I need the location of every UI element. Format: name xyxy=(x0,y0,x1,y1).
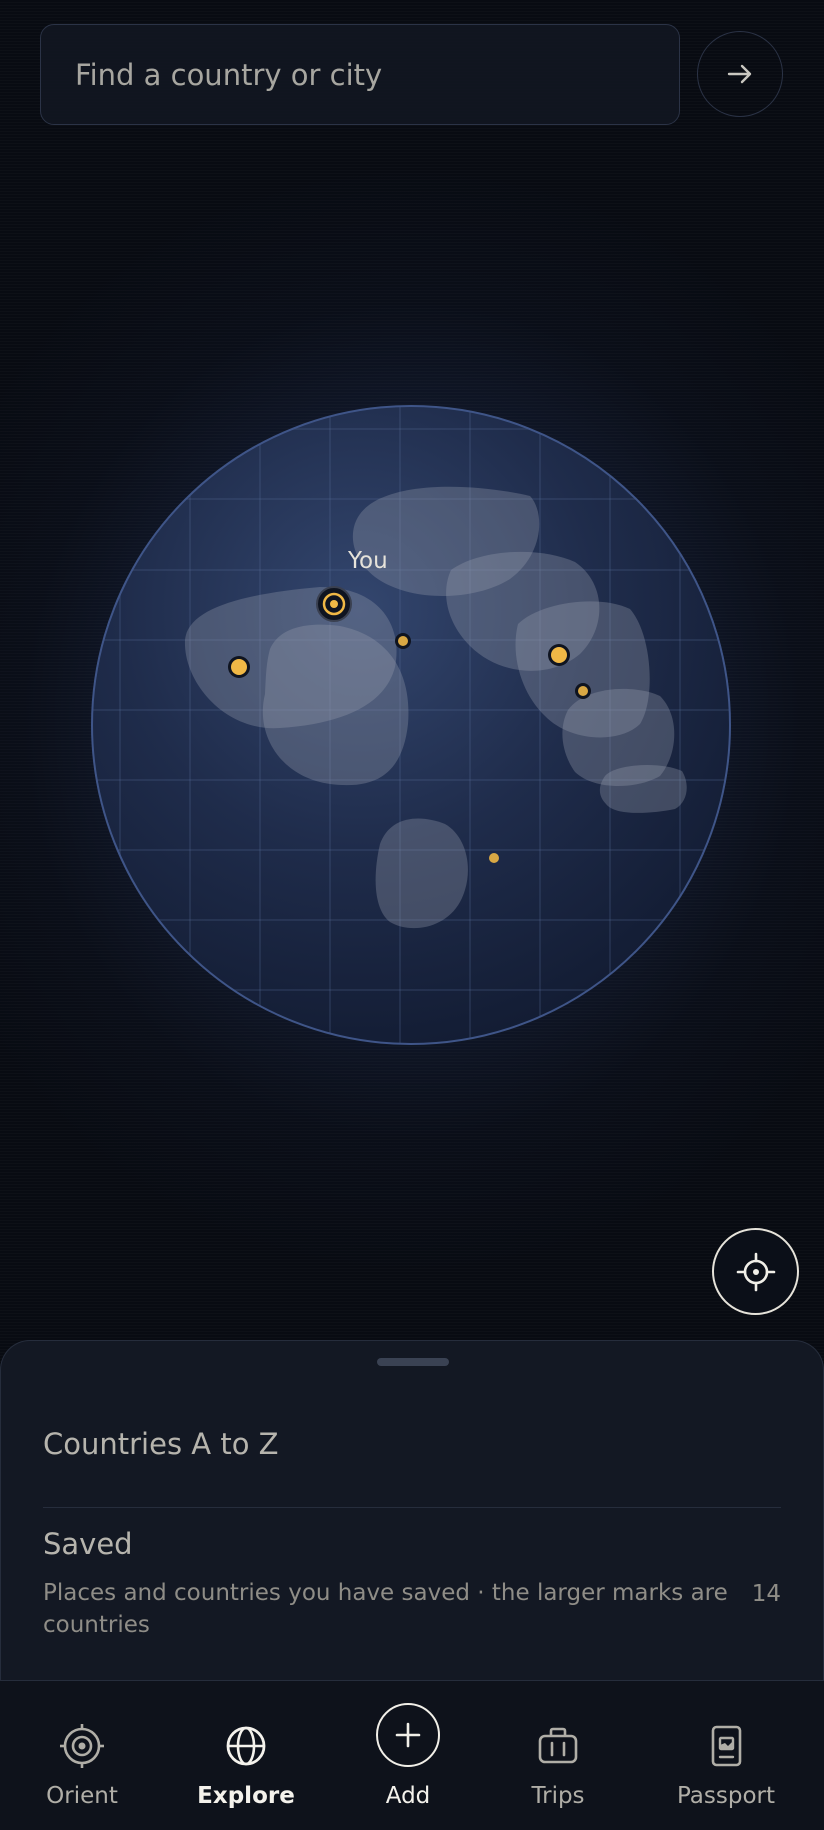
you-marker[interactable] xyxy=(316,586,352,622)
nav-label: Explore xyxy=(197,1783,295,1809)
saved-row[interactable]: Saved Places and countries you have save… xyxy=(43,1527,781,1647)
target-icon xyxy=(60,1724,104,1768)
sheet-drag-handle[interactable] xyxy=(377,1358,449,1366)
nav-label: Add xyxy=(385,1783,431,1809)
app-screen: You Countries A to Z Saved Places and co… xyxy=(0,0,824,1830)
plus-icon xyxy=(395,1722,421,1748)
globe-map[interactable] xyxy=(90,404,732,1046)
add-button-circle xyxy=(376,1703,440,1767)
saved-place-marker[interactable] xyxy=(489,853,499,863)
nav-item-orient[interactable]: Orient xyxy=(32,1681,132,1830)
bottom-sheet: Countries A to Z Saved Places and countr… xyxy=(0,1340,824,1680)
land-mass xyxy=(599,764,687,813)
nav-item-add[interactable]: Add xyxy=(358,1681,458,1830)
arrow-right-icon xyxy=(727,64,752,84)
search-box[interactable] xyxy=(40,24,680,125)
you-label: You xyxy=(348,548,388,574)
nav-item-trips[interactable]: Trips xyxy=(508,1681,608,1830)
crosshair-icon xyxy=(736,1252,775,1291)
nav-label: Orient xyxy=(46,1783,118,1809)
saved-description: Places and countries you have saved · th… xyxy=(43,1580,728,1638)
nav-label: Passport xyxy=(676,1783,776,1809)
nav-item-passport[interactable]: Passport xyxy=(666,1681,786,1830)
nav-item-explore[interactable]: Explore xyxy=(186,1681,306,1830)
countries-a-to-z-link[interactable]: Countries A to Z xyxy=(43,1427,279,1461)
search-input[interactable] xyxy=(75,57,679,92)
saved-country-marker[interactable] xyxy=(228,656,250,678)
saved-place-marker[interactable] xyxy=(575,683,591,699)
nav-label: Trips xyxy=(531,1783,585,1809)
bottom-nav: Orient Explore Add Trips Passport xyxy=(0,1680,824,1830)
suitcase-icon xyxy=(538,1727,578,1764)
divider xyxy=(43,1507,781,1508)
search-go-button[interactable] xyxy=(697,31,783,117)
saved-count: 14 xyxy=(751,1581,781,1607)
passport-icon xyxy=(711,1725,742,1767)
saved-country-marker[interactable] xyxy=(548,644,570,666)
saved-title: Saved xyxy=(43,1527,133,1561)
locate-me-button[interactable] xyxy=(712,1228,799,1315)
globe-icon xyxy=(226,1726,266,1766)
saved-place-marker[interactable] xyxy=(395,633,411,649)
